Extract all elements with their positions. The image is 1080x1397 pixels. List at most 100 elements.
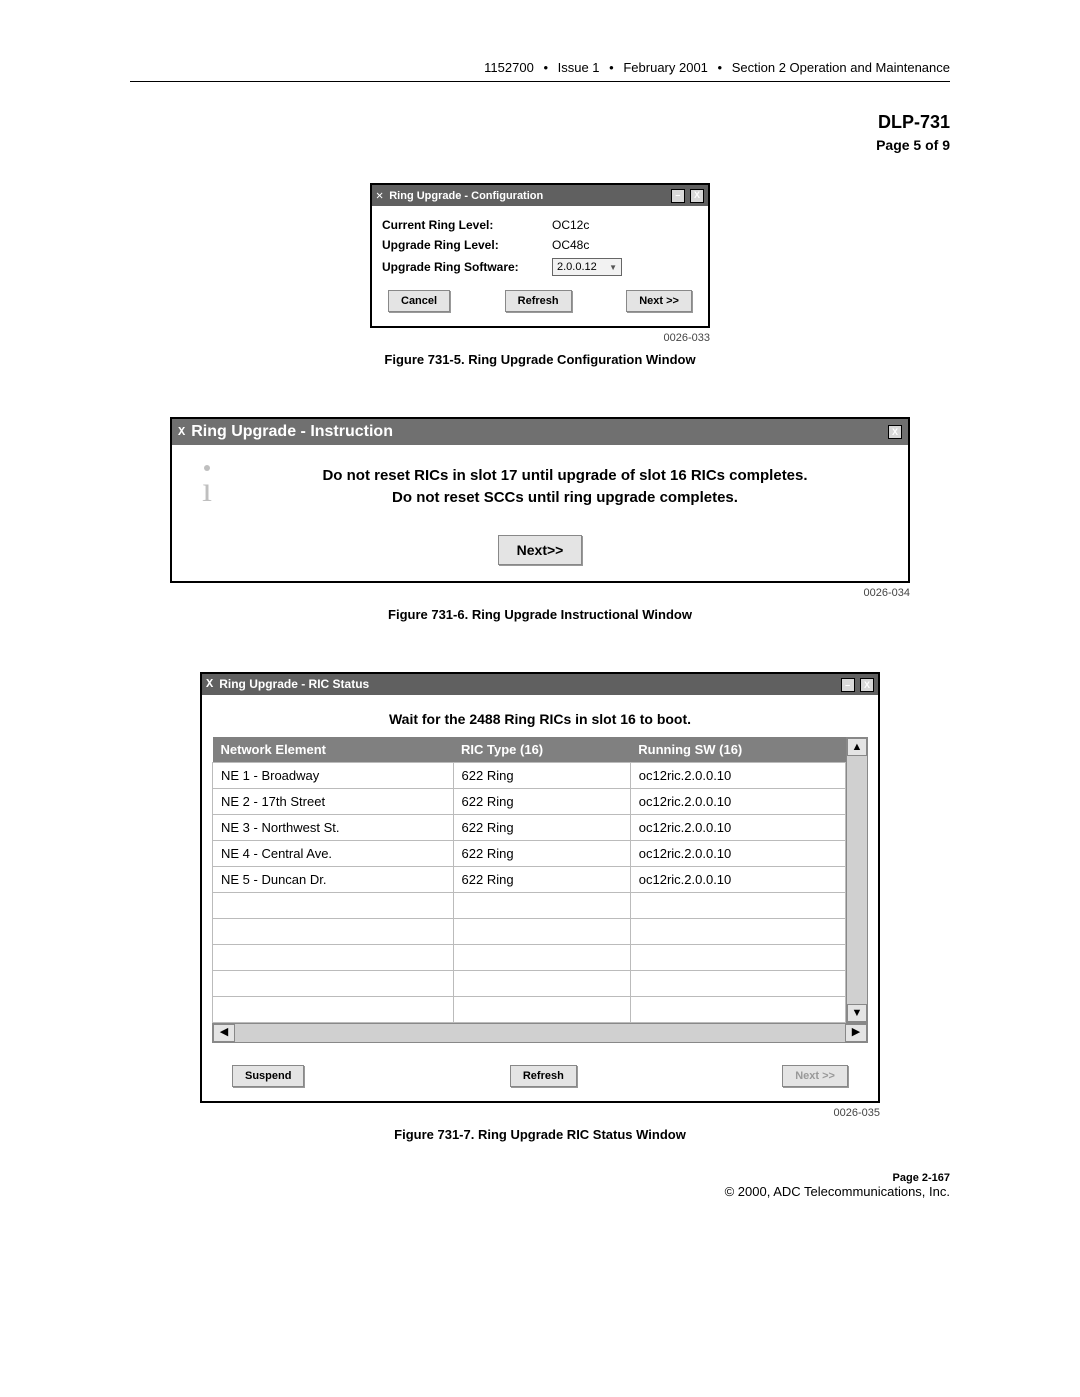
- table-cell: [453, 997, 630, 1023]
- instruction-text: Do not reset RICs in slot 17 until upgra…: [242, 465, 888, 509]
- table-row[interactable]: [213, 971, 846, 997]
- table-cell: [630, 945, 845, 971]
- table-cell: [453, 893, 630, 919]
- current-ring-level-value: OC12c: [552, 218, 589, 232]
- table-cell: oc12ric.2.0.0.10: [630, 841, 845, 867]
- page-title: DLP-731: [130, 112, 950, 133]
- table-row[interactable]: NE 3 - Northwest St.622 Ringoc12ric.2.0.…: [213, 815, 846, 841]
- chevron-down-icon: ▼: [609, 263, 617, 272]
- scroll-down-icon[interactable]: ▼: [847, 1004, 867, 1022]
- upgrade-ring-software-dropdown[interactable]: 2.0.0.12 ▼: [552, 258, 622, 276]
- bullet-icon: •: [718, 60, 723, 75]
- footer-copyright: © 2000, ADC Telecommunications, Inc.: [130, 1184, 950, 1199]
- upgrade-ring-level-value: OC48c: [552, 238, 589, 252]
- table-cell: [213, 945, 454, 971]
- cancel-button[interactable]: Cancel: [388, 290, 450, 312]
- table-cell: oc12ric.2.0.0.10: [630, 815, 845, 841]
- bullet-icon: •: [609, 60, 614, 75]
- bullet-icon: •: [543, 60, 548, 75]
- table-cell: oc12ric.2.0.0.10: [630, 789, 845, 815]
- scroll-left-icon[interactable]: ◀: [213, 1024, 235, 1042]
- ring-upgrade-config-window: ✕ Ring Upgrade - Configuration – X Curre…: [370, 183, 710, 328]
- ring-upgrade-instruction-window: X Ring Upgrade - Instruction X ı Do not …: [170, 417, 910, 583]
- col-network-element[interactable]: Network Element: [213, 737, 454, 763]
- ric-wait-message: Wait for the 2488 Ring RICs in slot 16 t…: [202, 695, 878, 737]
- table-cell: NE 2 - 17th Street: [213, 789, 454, 815]
- upgrade-ring-level-label: Upgrade Ring Level:: [382, 238, 552, 252]
- horizontal-scrollbar[interactable]: ◀ ▶: [212, 1023, 868, 1043]
- table-row[interactable]: NE 1 - Broadway622 Ringoc12ric.2.0.0.10: [213, 763, 846, 789]
- next-button[interactable]: Next >>: [626, 290, 692, 312]
- table-cell: NE 3 - Northwest St.: [213, 815, 454, 841]
- header-issue: Issue 1: [558, 60, 600, 75]
- next-button: Next >>: [782, 1065, 848, 1087]
- table-cell: 622 Ring: [453, 763, 630, 789]
- suspend-button[interactable]: Suspend: [232, 1065, 304, 1087]
- table-row[interactable]: NE 2 - 17th Street622 Ringoc12ric.2.0.0.…: [213, 789, 846, 815]
- figure-caption: Figure 731-6. Ring Upgrade Instructional…: [130, 607, 950, 622]
- table-cell: [453, 971, 630, 997]
- table-cell: [630, 997, 845, 1023]
- config-title-text: Ring Upgrade - Configuration: [389, 190, 543, 202]
- table-cell: NE 1 - Broadway: [213, 763, 454, 789]
- software-dropdown-value: 2.0.0.12: [557, 261, 597, 273]
- instruction-line2: Do not reset SCCs until ring upgrade com…: [242, 487, 888, 509]
- table-cell: [453, 945, 630, 971]
- close-icon[interactable]: X: [888, 425, 902, 439]
- instruction-line1: Do not reset RICs in slot 17 until upgra…: [242, 465, 888, 487]
- table-cell: NE 5 - Duncan Dr.: [213, 867, 454, 893]
- table-cell: 622 Ring: [453, 867, 630, 893]
- table-cell: NE 4 - Central Ave.: [213, 841, 454, 867]
- app-icon: X: [178, 425, 185, 439]
- header-date: February 2001: [623, 60, 708, 75]
- ring-upgrade-ric-status-window: X Ring Upgrade - RIC Status – X Wait for…: [200, 672, 880, 1104]
- table-row[interactable]: NE 5 - Duncan Dr.622 Ringoc12ric.2.0.0.1…: [213, 867, 846, 893]
- table-cell: [630, 971, 845, 997]
- col-running-sw[interactable]: Running SW (16): [630, 737, 845, 763]
- ric-status-table: Network Element RIC Type (16) Running SW…: [212, 737, 846, 1023]
- instruction-titlebar[interactable]: X Ring Upgrade - Instruction X: [172, 419, 908, 445]
- figure-caption: Figure 731-5. Ring Upgrade Configuration…: [130, 352, 950, 367]
- ric-titlebar[interactable]: X Ring Upgrade - RIC Status – X: [202, 674, 878, 696]
- figure-id: 0026-034: [170, 587, 910, 599]
- table-cell: oc12ric.2.0.0.10: [630, 867, 845, 893]
- table-cell: [213, 919, 454, 945]
- page-subcount: Page 5 of 9: [130, 137, 950, 153]
- next-button[interactable]: Next>>: [498, 535, 583, 565]
- figure-id: 0026-035: [200, 1107, 880, 1119]
- minimize-icon[interactable]: –: [671, 189, 685, 203]
- instruction-title-text: Ring Upgrade - Instruction: [191, 423, 393, 441]
- close-icon[interactable]: X: [690, 189, 704, 203]
- table-row[interactable]: [213, 893, 846, 919]
- table-row[interactable]: NE 4 - Central Ave.622 Ringoc12ric.2.0.0…: [213, 841, 846, 867]
- info-icon: ı: [192, 465, 222, 504]
- table-cell: oc12ric.2.0.0.10: [630, 763, 845, 789]
- ric-title-text: Ring Upgrade - RIC Status: [219, 677, 369, 691]
- scroll-right-icon[interactable]: ▶: [845, 1024, 867, 1042]
- footer-page: Page 2-167: [130, 1172, 950, 1184]
- table-cell: [630, 893, 845, 919]
- vertical-scrollbar[interactable]: ▲ ▼: [846, 737, 868, 1023]
- table-cell: [213, 997, 454, 1023]
- table-row[interactable]: [213, 997, 846, 1023]
- app-icon: X: [206, 677, 213, 691]
- header-docnum: 1152700: [484, 60, 534, 75]
- running-header: 1152700 • Issue 1 • February 2001 • Sect…: [130, 60, 950, 82]
- config-titlebar[interactable]: ✕ Ring Upgrade - Configuration – X: [372, 185, 708, 206]
- current-ring-level-label: Current Ring Level:: [382, 218, 552, 232]
- table-cell: [213, 893, 454, 919]
- figure-caption: Figure 731-7. Ring Upgrade RIC Status Wi…: [130, 1127, 950, 1142]
- scroll-up-icon[interactable]: ▲: [847, 738, 867, 756]
- close-icon[interactable]: X: [860, 678, 874, 692]
- table-cell: [630, 919, 845, 945]
- table-row[interactable]: [213, 919, 846, 945]
- table-cell: 622 Ring: [453, 815, 630, 841]
- table-cell: 622 Ring: [453, 841, 630, 867]
- refresh-button[interactable]: Refresh: [505, 290, 572, 312]
- table-row[interactable]: [213, 945, 846, 971]
- minimize-icon[interactable]: –: [841, 678, 855, 692]
- table-cell: 622 Ring: [453, 789, 630, 815]
- refresh-button[interactable]: Refresh: [510, 1065, 577, 1087]
- col-ric-type[interactable]: RIC Type (16): [453, 737, 630, 763]
- upgrade-ring-software-label: Upgrade Ring Software:: [382, 260, 552, 274]
